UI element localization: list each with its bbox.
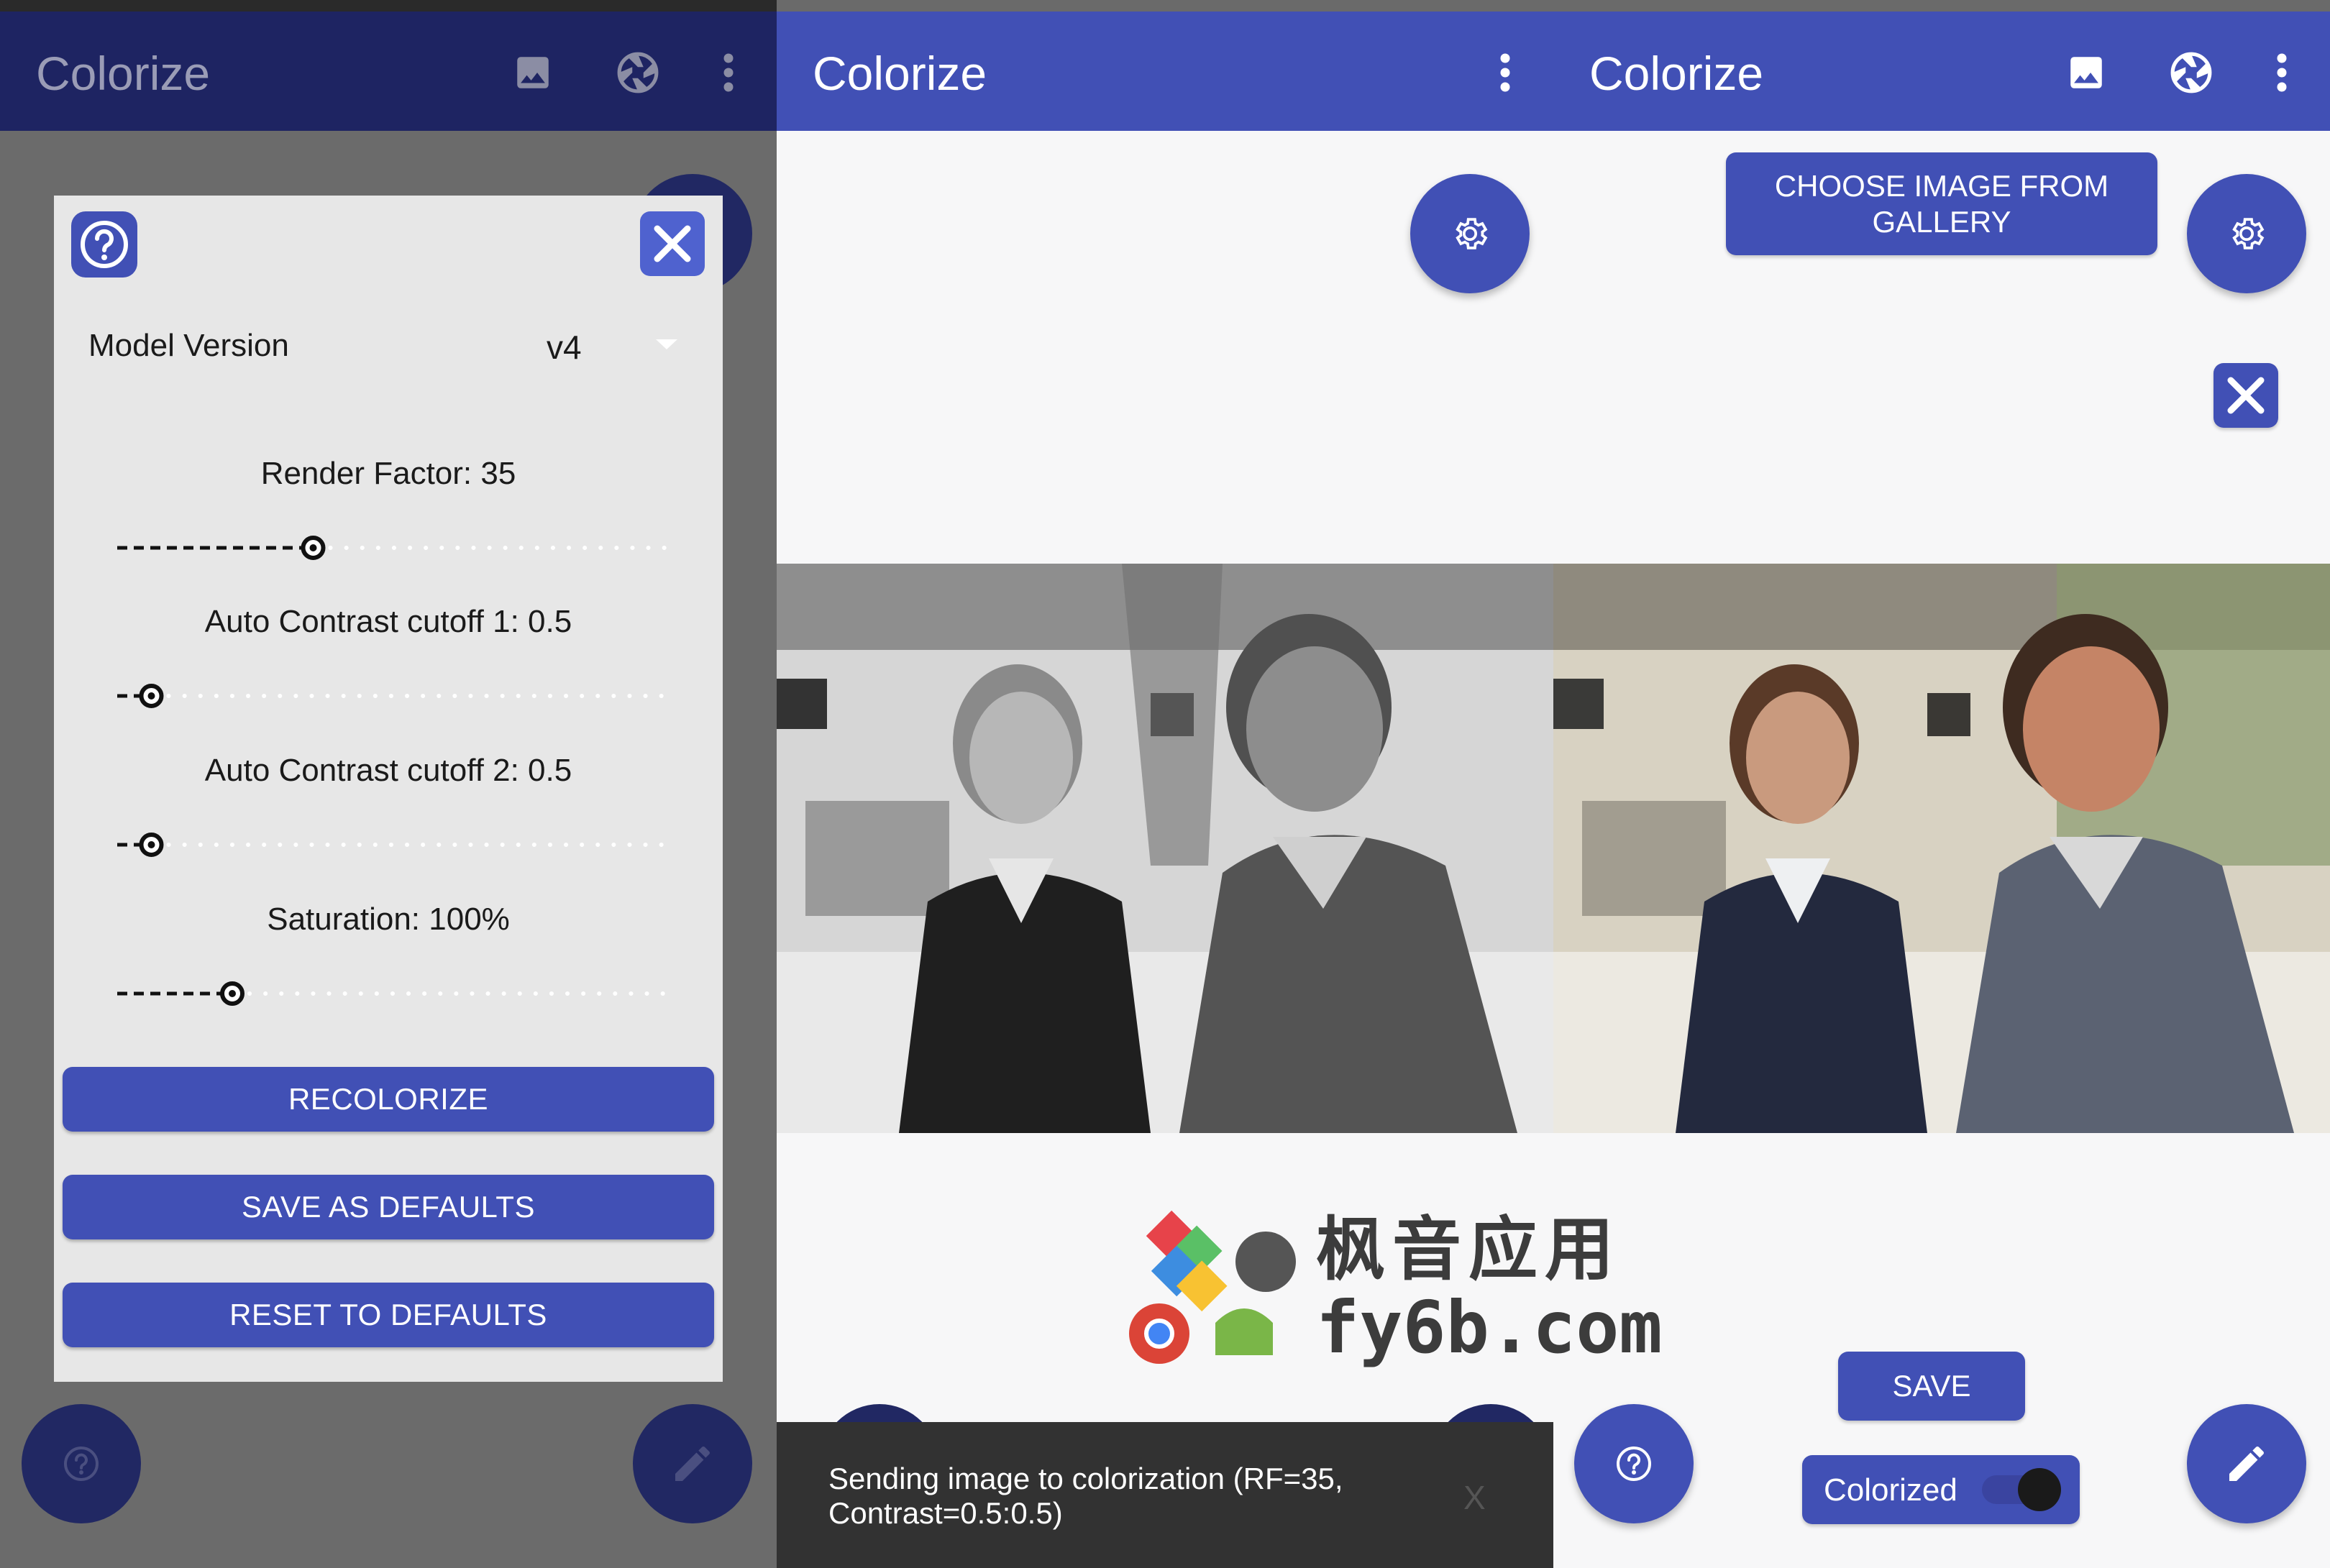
app-bar: Colorize xyxy=(777,12,1553,131)
status-bar xyxy=(0,0,777,12)
close-button[interactable] xyxy=(2214,363,2278,428)
panel-result: Colorize CHOOSE IMAGE FROM GALLERY SAVE … xyxy=(1553,0,2330,1568)
slider-thumb-center xyxy=(309,544,317,551)
saturation-label: Saturation: 100% xyxy=(267,902,510,937)
save-button[interactable]: SAVE xyxy=(1838,1352,2025,1421)
close-dialog-button[interactable] xyxy=(640,211,705,276)
status-bar xyxy=(777,0,1553,12)
settings-icon xyxy=(2232,218,2265,249)
snackbar-dismiss[interactable]: X xyxy=(1463,1478,1486,1517)
snackbar: Sending image to colorization (RF=35, Co… xyxy=(777,1422,1553,1568)
snackbar-line1: Sending image to colorization (RF=35, xyxy=(828,1462,1343,1495)
choose-gallery-line1: CHOOSE IMAGE FROM xyxy=(1774,168,2109,203)
save-defaults-button[interactable]: SAVE AS DEFAULTS xyxy=(63,1175,714,1239)
help-button[interactable] xyxy=(71,211,137,278)
colorized-toggle-container: Colorized xyxy=(1802,1455,2080,1524)
image-icon[interactable] xyxy=(508,47,558,98)
pencil-icon xyxy=(2229,1446,2264,1481)
render-factor-slider[interactable] xyxy=(54,526,723,569)
saturation-slider[interactable] xyxy=(54,972,723,1015)
model-version-dropdown[interactable]: v4 xyxy=(485,318,701,375)
pencil-icon xyxy=(675,1446,710,1481)
watermark: 枫音应用 fy6b.com xyxy=(1129,1193,1663,1373)
contrast1-slider[interactable] xyxy=(54,674,723,717)
close-icon xyxy=(2227,377,2265,414)
dropdown-arrow-icon xyxy=(656,339,677,349)
contrast2-slider[interactable] xyxy=(54,823,723,866)
settings-dialog: Model Version v4 Render Factor: 35 Auto … xyxy=(54,196,723,1382)
snackbar-line2: Contrast=0.5:0.5) xyxy=(828,1496,1063,1530)
bw-photo xyxy=(777,564,1553,1133)
watermark-url: fy6b.com xyxy=(1316,1285,1663,1370)
colorized-toggle-label: Colorized xyxy=(1824,1472,1957,1508)
app-title: Colorize xyxy=(36,47,211,100)
app-title: Colorize xyxy=(813,47,987,100)
model-version-label: Model Version xyxy=(88,328,289,363)
help-fab[interactable] xyxy=(22,1404,141,1523)
contrast2-label: Auto Contrast cutoff 2: 0.5 xyxy=(204,753,572,788)
image-icon[interactable] xyxy=(2061,47,2111,98)
watermark-chars: 枫音应用 xyxy=(1316,1209,1621,1290)
settings-fab[interactable] xyxy=(1410,174,1530,293)
help-fab[interactable] xyxy=(1574,1404,1694,1523)
choose-gallery-line2: GALLERY xyxy=(1872,204,2011,239)
aperture-icon[interactable] xyxy=(613,47,663,98)
colorized-toggle[interactable] xyxy=(1982,1468,2061,1511)
app-bar: Colorize xyxy=(0,12,777,131)
recolorize-button[interactable]: RECOLORIZE xyxy=(63,1067,714,1132)
toggle-thumb xyxy=(2018,1468,2061,1511)
help-icon xyxy=(64,1446,99,1481)
choose-gallery-button[interactable]: CHOOSE IMAGE FROM GALLERY xyxy=(1726,152,2157,255)
app-title: Colorize xyxy=(1589,47,1764,100)
help-icon xyxy=(81,221,128,268)
reset-defaults-button[interactable]: RESET TO DEFAULTS xyxy=(63,1283,714,1347)
contrast1-label: Auto Contrast cutoff 1: 0.5 xyxy=(204,604,572,639)
render-factor-label: Render Factor: 35 xyxy=(260,456,516,491)
status-bar xyxy=(1553,0,2330,12)
slider-thumb-center xyxy=(147,692,155,700)
edit-fab[interactable] xyxy=(2187,1404,2306,1523)
more-vert-icon[interactable] xyxy=(1480,47,1530,98)
settings-icon xyxy=(1456,218,1488,249)
app-bar: Colorize xyxy=(1553,12,2330,131)
aperture-icon[interactable] xyxy=(2166,47,2216,98)
panel-settings-dialog: Colorize Model Version v4 Render Factor:… xyxy=(0,0,777,1568)
colorized-photo xyxy=(1553,564,2330,1133)
snackbar-message: Sending image to colorization (RF=35, Co… xyxy=(828,1462,1404,1531)
more-vert-icon[interactable] xyxy=(703,47,754,98)
close-icon xyxy=(654,225,691,262)
slider-thumb-center xyxy=(229,990,236,997)
settings-fab[interactable] xyxy=(2187,174,2306,293)
help-icon xyxy=(1617,1446,1651,1481)
slider-thumb-center xyxy=(147,841,155,848)
more-vert-icon[interactable] xyxy=(2257,47,2307,98)
model-version-value: v4 xyxy=(547,329,582,366)
edit-fab[interactable] xyxy=(633,1404,752,1523)
